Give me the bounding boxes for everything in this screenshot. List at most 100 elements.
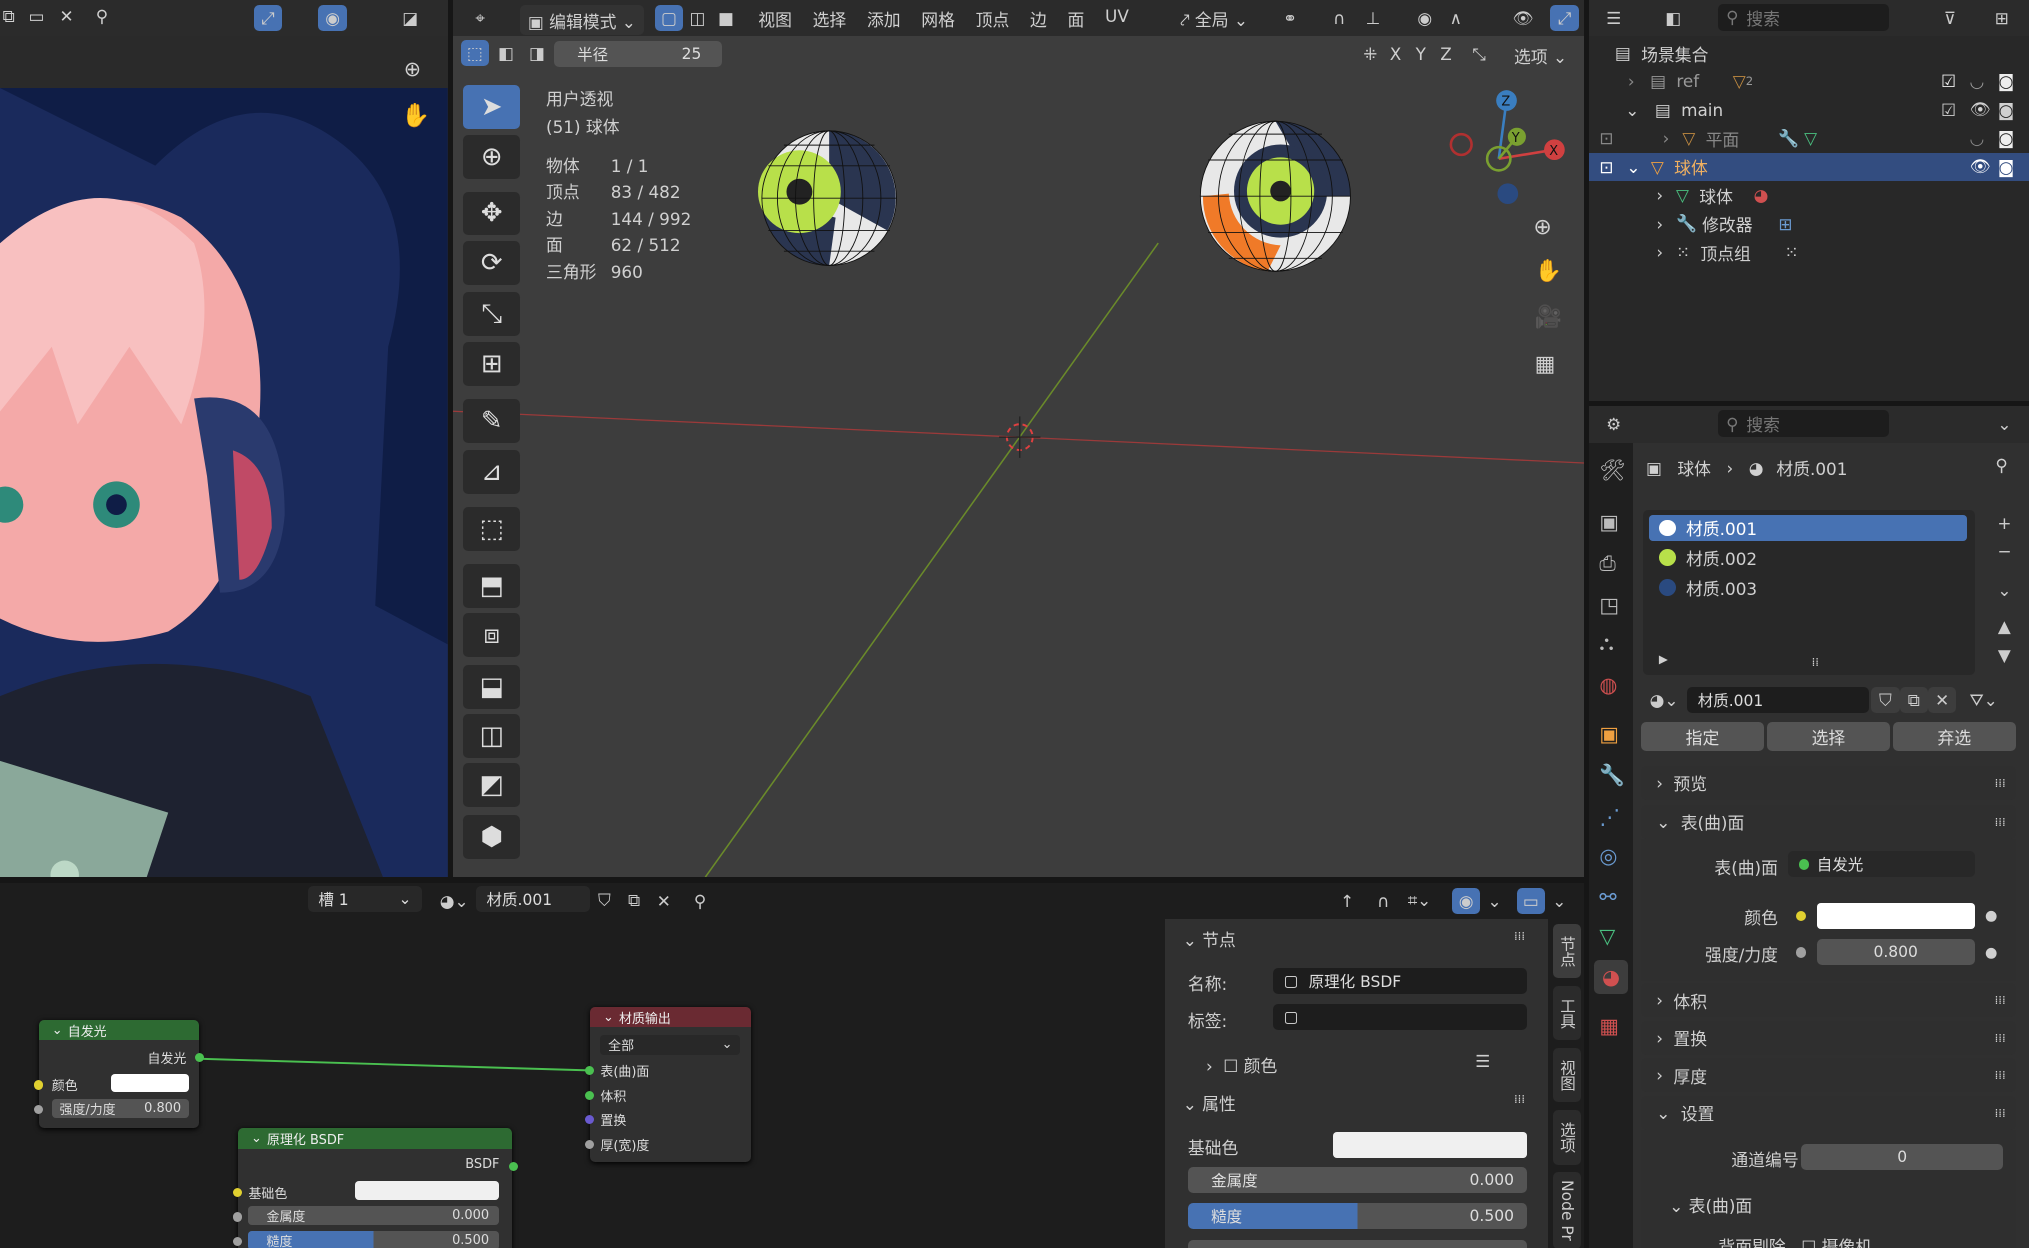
output-tab-icon[interactable]: ⎙ (1599, 551, 1616, 576)
extrude-tool-icon[interactable]: ⬒ (463, 564, 521, 609)
checkbox-icon[interactable]: ☑ (1941, 71, 1956, 91)
thickness-input-socket[interactable] (584, 1140, 594, 1150)
chevron-right-icon[interactable]: › (1656, 242, 1663, 262)
hidden-eye-icon[interactable]: ◡ (1969, 71, 1984, 91)
assign-button[interactable]: 指定 (1640, 722, 1765, 751)
camera-render-icon[interactable]: ◙ (1998, 128, 2014, 148)
snap-settings-icon[interactable]: ⌗⌄ (1405, 888, 1433, 914)
world-tab-icon[interactable]: ◍ (1599, 673, 1617, 697)
axis-z-toggle[interactable]: Z (1440, 44, 1452, 64)
camera-view-icon[interactable]: 🎥 (1535, 305, 1562, 330)
node-name-field[interactable]: ▢ 原理化 BSDF (1273, 967, 1527, 994)
pass-index-field[interactable]: 0 (1801, 1143, 2004, 1170)
menu-uv[interactable]: UV (1105, 6, 1129, 31)
deselect-button[interactable]: 弃选 (1892, 722, 2016, 751)
roughness-socket[interactable] (232, 1237, 242, 1247)
surface-shader-field[interactable]: 自发光 (1788, 851, 1975, 878)
link-dropdown-icon[interactable]: ⛛⌄ (1969, 687, 1997, 713)
resize-handle-icon[interactable]: ⁞⁞ (1812, 655, 1819, 669)
keyframe-dot-icon[interactable]: ● (1985, 908, 1997, 924)
volume-input-socket[interactable] (584, 1090, 594, 1100)
chevron-right-icon[interactable]: › (1663, 128, 1670, 148)
hand-pan-icon[interactable]: ✋ (401, 101, 430, 129)
modifier-tab-icon[interactable]: 🔧 (1599, 763, 1625, 788)
view-layer-tab-icon[interactable]: ◳ (1599, 593, 1619, 617)
properties-search-input[interactable]: ⚲ 搜索 (1718, 410, 1890, 438)
camera-render-icon[interactable]: ◙ (1998, 157, 2014, 177)
camera-render-icon[interactable]: ◙ (1998, 71, 2014, 91)
metallic-socket[interactable] (232, 1212, 242, 1222)
surface-subsection[interactable]: ⌄ 表(曲)面 (1669, 1192, 1752, 1217)
outliner-row-ref[interactable]: › ▤ ref ▽ 2 ☑ ◡ ◙ (1589, 67, 2029, 95)
folder-icon[interactable]: ▭ (28, 6, 44, 26)
tab-view[interactable]: 视图 (1552, 1048, 1582, 1103)
node-canvas[interactable]: ⌄ 自发光 自发光 颜色 强度/力度 0.800 ⌄ 材质输出 全部 ⌄ 表(曲)面… (0, 918, 1165, 1248)
knife-tool-icon[interactable]: ◩ (463, 763, 521, 808)
list-icon[interactable]: ☰ (1475, 1051, 1490, 1071)
annotate-tool-icon[interactable]: ✎ (463, 398, 521, 443)
material-name-field[interactable]: 材质.001 (1687, 687, 1869, 713)
bsdf-node-header[interactable]: ⌄ 原理化 BSDF (238, 1128, 513, 1150)
props-section-header[interactable]: ⌄ 属性 (1183, 1090, 1236, 1115)
move-up-icon[interactable]: ▲ (1990, 613, 2018, 639)
vertex-select-icon[interactable]: ▢ (654, 5, 684, 32)
next-field-partial[interactable] (1187, 1239, 1527, 1248)
menu-select[interactable]: 选择 (813, 6, 847, 31)
cursor-tool-icon[interactable]: ⊕ (463, 134, 521, 179)
strength-field[interactable]: 0.800 (1816, 939, 1975, 966)
chevron-right-icon[interactable]: › (1656, 185, 1663, 205)
scene-tab-icon[interactable]: ⛬ (1599, 631, 1613, 656)
browse-material-icon[interactable]: ◕⌄ (435, 888, 474, 914)
object-tab-icon[interactable]: ▣ (1599, 722, 1619, 746)
zoom-icon[interactable]: ⊕ (404, 57, 421, 81)
output-node-header[interactable]: ⌄ 材质输出 (590, 1006, 751, 1028)
data-tab-icon[interactable]: ▽ (1599, 924, 1615, 948)
outliner-row-sphere[interactable]: ⊡ ⌄ ▽ 球体 👁 ◙ (1589, 152, 2029, 182)
move-tool-icon[interactable]: ✥ (463, 191, 521, 236)
select-tool-icon[interactable]: ➤ (463, 85, 521, 130)
edit-mode-icon[interactable]: ⊡ (1599, 128, 1613, 148)
volume-section[interactable]: › 体积 ⁞⁞⁞ (1640, 983, 2017, 1018)
tab-options[interactable]: 选项 (1552, 1110, 1582, 1165)
inset-tool-icon[interactable]: ⧈ (463, 613, 521, 658)
pin-icon[interactable]: ⚲ (686, 888, 714, 914)
axis-y-toggle[interactable]: Y (1416, 44, 1426, 64)
surface-section[interactable]: ⌄ 表(曲)面 ⁞⁞⁞ (1640, 804, 2017, 839)
image-canvas[interactable]: ⊕ ✋ (0, 36, 448, 878)
scale-tool-icon[interactable]: ⤡ (463, 292, 521, 337)
edge-select-icon[interactable]: ◫ (683, 5, 711, 31)
viewport-canvas[interactable]: 用户透视 (51) 球体 物体 1 / 1 顶点 83 / 482 边 144 / 9… (452, 36, 1584, 878)
bsdf-metallic-field[interactable]: 金属度 0.000 (248, 1205, 500, 1226)
roughness-field[interactable]: 糙度 0.500 (1187, 1203, 1527, 1230)
particles-tab-icon[interactable]: ⋰ (1599, 805, 1620, 829)
display-channels-icon[interactable]: ◪ (396, 5, 424, 31)
rotate-tool-icon[interactable]: ⟳ (463, 240, 521, 285)
surface-input-socket[interactable] (584, 1066, 594, 1076)
edit-mode-icon[interactable]: ⊡ (1599, 157, 1613, 177)
slot-menu-icon[interactable]: ⌄ (1990, 577, 2018, 603)
menu-mesh[interactable]: 网格 (921, 6, 955, 31)
color-swatch[interactable] (1816, 903, 1975, 930)
transform-tool-icon[interactable]: ⊞ (463, 341, 521, 386)
emission-node-header[interactable]: ⌄ 自发光 (38, 1019, 200, 1041)
transform-orientation-dropdown[interactable]: ⤤ 全局 ⌄ (1180, 6, 1248, 31)
chevron-right-icon[interactable]: › (1656, 214, 1663, 234)
texture-tab-icon[interactable]: ▦ (1599, 1014, 1619, 1038)
menu-face[interactable]: 面 (1068, 6, 1085, 31)
base-color-socket[interactable] (232, 1187, 242, 1197)
unlink-icon[interactable]: ✕ (650, 888, 678, 914)
material-output-node[interactable]: ⌄ 材质输出 全部 ⌄ 表(曲)面 体积 置换 厚(宽)度 (584, 1006, 751, 1162)
tab-node[interactable]: 节点 (1552, 923, 1582, 979)
perspective-grid-icon[interactable]: ▦ (1535, 352, 1556, 377)
fake-user-icon[interactable]: ⛉ (1871, 687, 1900, 713)
thickness-section[interactable]: › 厚度 ⁞⁞⁞ (1640, 1058, 2017, 1093)
node-label-field[interactable]: ▢ (1273, 1004, 1527, 1030)
browse-material-icon[interactable]: ◕⌄ (1643, 687, 1684, 713)
menu-vertex[interactable]: 顶点 (976, 6, 1010, 31)
gizmo-toggle-icon[interactable]: ⤢ (253, 5, 283, 32)
select-new-icon[interactable]: ⬚ (460, 40, 490, 66)
overlay-toggle-icon[interactable]: ◉ (318, 5, 347, 32)
backdrop-icon[interactable]: ▭ (1516, 887, 1546, 914)
bsdf-roughness-field[interactable]: 糙度 0.500 (248, 1230, 500, 1248)
proportional-edit-icon[interactable]: ◉ (1410, 5, 1438, 31)
